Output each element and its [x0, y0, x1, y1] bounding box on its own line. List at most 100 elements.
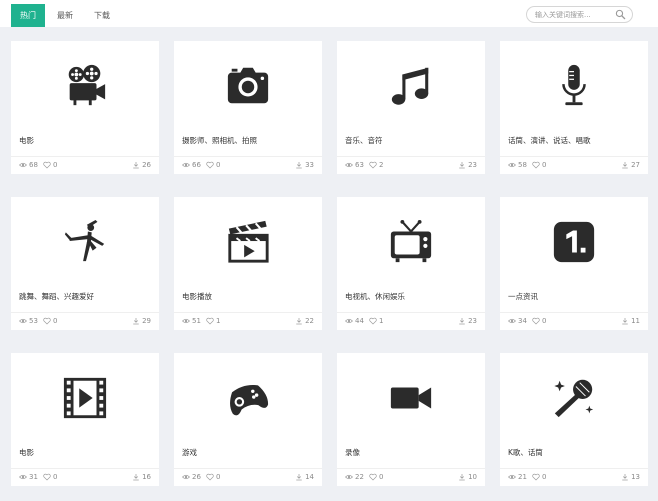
- number-one-icon: [549, 217, 599, 267]
- gamepad-icon: [223, 373, 273, 423]
- downloads-stat[interactable]: 27: [621, 161, 640, 169]
- download-icon: [296, 474, 302, 481]
- downloads-stat[interactable]: 26: [132, 161, 151, 169]
- icon-card[interactable]: 电视机、休闲娱乐 44 1 23: [337, 197, 485, 330]
- downloads-stat[interactable]: 29: [132, 317, 151, 325]
- icon-card[interactable]: 录像 22 0 10: [337, 353, 485, 486]
- icon-card[interactable]: 摄影师、照相机、拍照 66 0 33: [174, 41, 322, 174]
- card-stats: 66 0 33: [174, 157, 322, 174]
- downloads-count: 27: [631, 161, 640, 169]
- card-title[interactable]: 游戏: [182, 447, 197, 458]
- icon-card[interactable]: K歌、话筒 21 0 13: [500, 353, 648, 486]
- card-stats: 63 2 23: [337, 157, 485, 174]
- heart-icon: [369, 317, 377, 325]
- card-title[interactable]: 话筒、演讲、说话、唱歌: [508, 135, 591, 146]
- views-count: 22: [355, 473, 364, 481]
- download-icon: [133, 318, 139, 325]
- likes-count: 1: [216, 317, 221, 325]
- tab-download[interactable]: 下载: [87, 4, 117, 27]
- icon-card[interactable]: 话筒、演讲、说话、唱歌 58 0 27: [500, 41, 648, 174]
- downloads-stat[interactable]: 11: [621, 317, 640, 325]
- views-stat: 63: [345, 161, 364, 169]
- views-count: 58: [518, 161, 527, 169]
- film-play-icon: [60, 373, 110, 423]
- heart-icon: [43, 317, 51, 325]
- likes-stat[interactable]: 1: [369, 317, 383, 325]
- likes-stat[interactable]: 0: [532, 317, 546, 325]
- downloads-count: 33: [305, 161, 314, 169]
- download-icon: [622, 318, 628, 325]
- heart-icon: [206, 473, 214, 481]
- card-title[interactable]: 电影: [19, 447, 34, 458]
- icon-card[interactable]: 电影播放 51 1 22: [174, 197, 322, 330]
- download-icon: [459, 318, 465, 325]
- views-count: 63: [355, 161, 364, 169]
- likes-stat[interactable]: 0: [532, 473, 546, 481]
- views-count: 26: [192, 473, 201, 481]
- downloads-stat[interactable]: 16: [132, 473, 151, 481]
- likes-stat[interactable]: 0: [206, 473, 220, 481]
- card-title[interactable]: 电影播放: [182, 291, 212, 302]
- views-stat: 58: [508, 161, 527, 169]
- likes-stat[interactable]: 0: [43, 473, 57, 481]
- likes-stat[interactable]: 0: [206, 161, 220, 169]
- views-count: 66: [192, 161, 201, 169]
- download-icon: [459, 474, 465, 481]
- card-stats: 51 1 22: [174, 313, 322, 330]
- card-title[interactable]: 电影: [19, 135, 34, 146]
- downloads-stat[interactable]: 33: [295, 161, 314, 169]
- likes-stat[interactable]: 1: [206, 317, 220, 325]
- downloads-count: 29: [142, 317, 151, 325]
- search-icon[interactable]: [615, 9, 626, 20]
- download-icon: [459, 162, 465, 169]
- likes-stat[interactable]: 2: [369, 161, 383, 169]
- likes-stat[interactable]: 0: [369, 473, 383, 481]
- views-stat: 31: [19, 473, 38, 481]
- downloads-stat[interactable]: 14: [295, 473, 314, 481]
- card-title[interactable]: 摄影师、照相机、拍照: [182, 135, 257, 146]
- card-title[interactable]: 一点资讯: [508, 291, 538, 302]
- downloads-stat[interactable]: 23: [458, 317, 477, 325]
- eye-icon: [19, 474, 27, 480]
- downloads-stat[interactable]: 23: [458, 161, 477, 169]
- card-title[interactable]: 录像: [345, 447, 360, 458]
- eye-icon: [182, 474, 190, 480]
- card-stats: 44 1 23: [337, 313, 485, 330]
- icon-card[interactable]: 电影 68 0 26: [11, 41, 159, 174]
- likes-stat[interactable]: 0: [43, 317, 57, 325]
- icon-card[interactable]: 跳舞、舞蹈、兴趣爱好 53 0 29: [11, 197, 159, 330]
- card-title[interactable]: 电视机、休闲娱乐: [345, 291, 405, 302]
- downloads-stat[interactable]: 22: [295, 317, 314, 325]
- views-count: 34: [518, 317, 527, 325]
- likes-stat[interactable]: 0: [532, 161, 546, 169]
- icon-card[interactable]: 一点资讯 34 0 11: [500, 197, 648, 330]
- film-projector-icon: [60, 61, 110, 111]
- icon-card[interactable]: 游戏 26 0 14: [174, 353, 322, 486]
- downloads-stat[interactable]: 13: [621, 473, 640, 481]
- camera-icon: [223, 61, 273, 111]
- download-icon: [622, 474, 628, 481]
- views-stat: 22: [345, 473, 364, 481]
- search-input[interactable]: [535, 7, 615, 22]
- eye-icon: [345, 474, 353, 480]
- tab-latest[interactable]: 最新: [50, 4, 80, 27]
- card-stats: 68 0 26: [11, 157, 159, 174]
- download-icon: [133, 474, 139, 481]
- top-bar: 热门 最新 下载: [0, 0, 658, 27]
- download-icon: [296, 318, 302, 325]
- search-box: [526, 6, 633, 23]
- downloads-stat[interactable]: 10: [458, 473, 477, 481]
- downloads-count: 11: [631, 317, 640, 325]
- card-title[interactable]: 音乐、音符: [345, 135, 383, 146]
- views-count: 51: [192, 317, 201, 325]
- downloads-count: 23: [468, 161, 477, 169]
- tab-hot[interactable]: 热门: [11, 4, 45, 27]
- card-title[interactable]: K歌、话筒: [508, 447, 543, 458]
- clapperboard-icon: [223, 217, 273, 267]
- download-icon: [296, 162, 302, 169]
- icon-card[interactable]: 音乐、音符 63 2 23: [337, 41, 485, 174]
- views-stat: 53: [19, 317, 38, 325]
- card-title[interactable]: 跳舞、舞蹈、兴趣爱好: [19, 291, 94, 302]
- likes-stat[interactable]: 0: [43, 161, 57, 169]
- icon-card[interactable]: 电影 31 0 16: [11, 353, 159, 486]
